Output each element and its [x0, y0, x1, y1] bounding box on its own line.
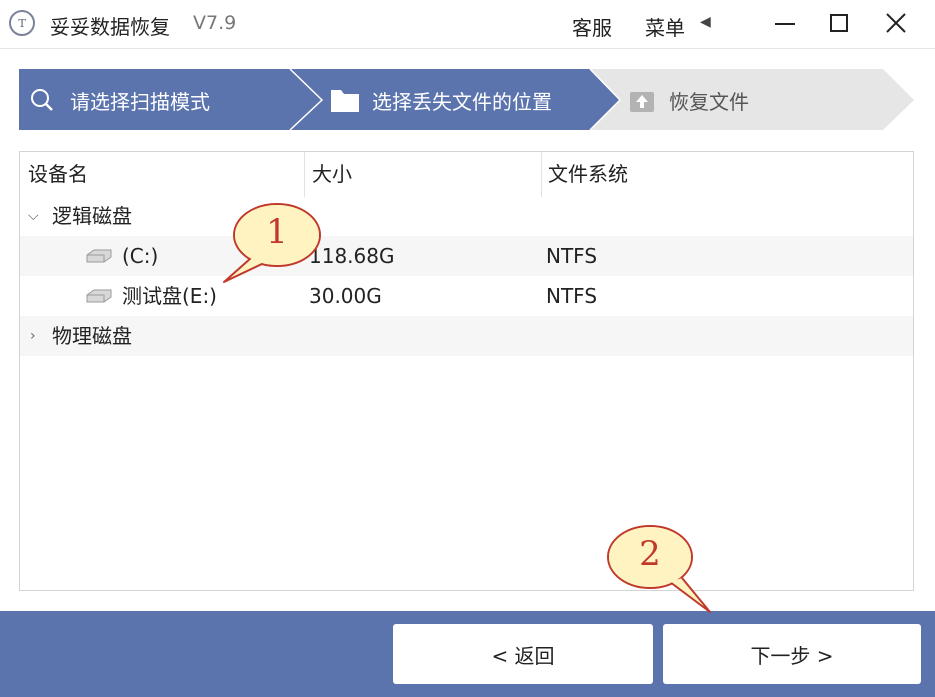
- column-divider: [541, 152, 542, 197]
- drive-icon: [86, 289, 112, 303]
- maximize-button[interactable]: [819, 8, 859, 40]
- drive-filesystem: NTFS: [546, 244, 598, 268]
- app-logo-text: T: [18, 16, 26, 30]
- step-3-label: 恢复文件: [669, 90, 749, 114]
- close-button[interactable]: [876, 8, 916, 40]
- app-title: 妥妥数据恢复: [50, 15, 170, 39]
- menu-button[interactable]: 菜单: [645, 12, 685, 41]
- support-link[interactable]: 客服: [572, 12, 612, 41]
- group-label: 物理磁盘: [52, 324, 132, 348]
- column-filesystem[interactable]: 文件系统: [548, 152, 628, 197]
- table-row[interactable]: 测试盘(E:) 30.00G NTFS: [20, 276, 913, 316]
- callout-1: 1: [218, 200, 330, 292]
- drive-name: 测试盘(E:): [122, 284, 217, 308]
- chevron-right-icon[interactable]: ›: [30, 316, 36, 356]
- drive-name: (C:): [122, 244, 159, 268]
- upload-icon: [630, 92, 654, 112]
- column-device-name[interactable]: 设备名: [28, 152, 88, 197]
- group-row-physical[interactable]: › 物理磁盘: [20, 316, 913, 356]
- menu-arrow-icon[interactable]: ◀: [700, 14, 711, 30]
- app-logo-icon: T: [9, 10, 35, 36]
- table-row[interactable]: (C:) 118.68G NTFS: [20, 236, 913, 276]
- callout-2-number: 2: [639, 534, 661, 574]
- step-2-label: 选择丢失文件的位置: [372, 90, 552, 114]
- close-icon: [886, 13, 906, 33]
- back-button[interactable]: < 返回: [393, 624, 653, 684]
- device-table: 设备名 大小 文件系统 ⌵ 逻辑磁盘 (C:) 118.68G NTFS 测试盘…: [19, 151, 914, 591]
- minimize-button[interactable]: [765, 8, 805, 40]
- app-version: V7.9: [193, 12, 237, 34]
- wizard-steps: 请选择扫描模式 选择丢失文件的位置 恢复文件: [19, 68, 914, 131]
- maximize-icon: [830, 14, 848, 32]
- bottom-bar: < 返回 下一步 >: [0, 611, 935, 697]
- step-1-label: 请选择扫描模式: [70, 90, 210, 114]
- group-label: 逻辑磁盘: [52, 204, 132, 228]
- table-header: 设备名 大小 文件系统: [20, 152, 913, 197]
- callout-2: 2: [604, 522, 716, 616]
- next-button[interactable]: 下一步 >: [663, 624, 921, 684]
- title-bar: T 妥妥数据恢复 V7.9 客服 菜单 ◀: [0, 0, 935, 49]
- callout-1-number: 1: [266, 212, 288, 252]
- chevron-down-icon[interactable]: ⌵: [28, 196, 39, 236]
- column-divider: [304, 152, 305, 197]
- minimize-icon: [775, 23, 795, 25]
- drive-icon: [86, 249, 112, 263]
- group-row-logical[interactable]: ⌵ 逻辑磁盘: [20, 196, 913, 236]
- drive-filesystem: NTFS: [546, 284, 598, 308]
- column-size[interactable]: 大小: [312, 152, 352, 197]
